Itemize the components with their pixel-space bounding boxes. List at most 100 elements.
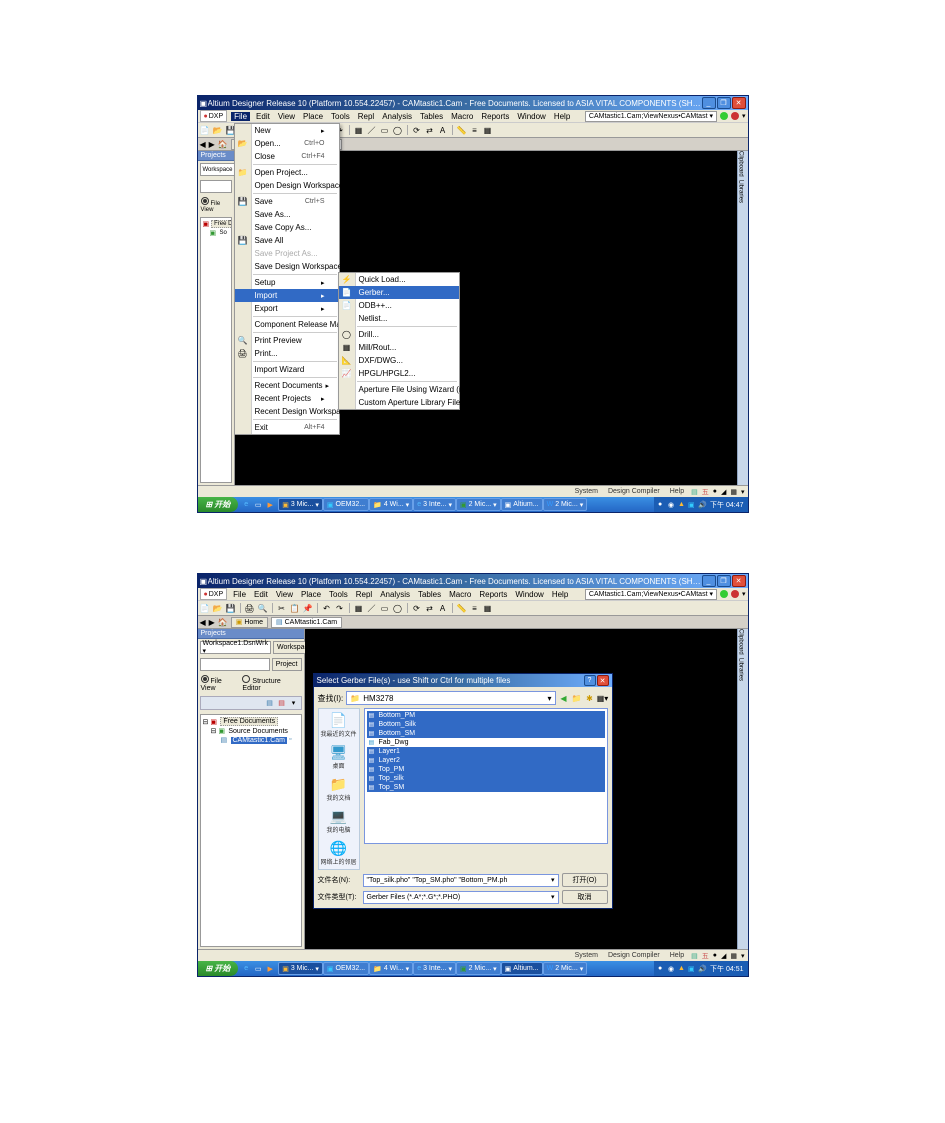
menu-item[interactable]: Import▸ [235, 289, 339, 302]
file-list-item[interactable]: ▤Top_silk [367, 774, 605, 783]
line-icon[interactable]: ／ [367, 125, 377, 135]
menu-item[interactable]: 💾Save All [235, 234, 339, 247]
menu-item[interactable]: 📄ODB++... [339, 299, 459, 312]
tray-icon[interactable]: ● [658, 965, 666, 973]
menu-item[interactable]: ◯Drill... [339, 328, 459, 341]
menu-item[interactable]: 🔍Print Preview [235, 334, 339, 347]
select-icon[interactable]: ▦ [354, 603, 364, 613]
menu-edit[interactable]: Edit [252, 590, 270, 599]
menu-item[interactable]: 🖨Print... [235, 347, 339, 360]
ql-desktop-icon[interactable]: ▭ [253, 964, 263, 974]
text-icon[interactable]: A [438, 125, 448, 135]
menu-item[interactable]: 💾SaveCtrl+S [235, 195, 339, 208]
file-list[interactable]: ▤Bottom_PM▤Bottom_Silk▤Bottom_SM▤Fab_Dwg… [364, 708, 608, 844]
view-icon[interactable]: ▦▾ [598, 693, 608, 703]
print-icon[interactable]: 🖨 [245, 603, 255, 613]
rotate-icon[interactable]: ⟳ [412, 125, 422, 135]
dialog-help-button[interactable]: ? [584, 675, 596, 686]
file-list-item[interactable]: ▤Bottom_SM [367, 729, 605, 738]
search-field[interactable]: CAMtastic1.Cam;ViewNexus•CAMtast ▾ [585, 111, 717, 122]
menu-item[interactable]: New▸ [235, 124, 339, 137]
circle-icon[interactable]: ◯ [393, 125, 403, 135]
redo-icon[interactable]: ↷ [335, 603, 345, 613]
status-design-compiler[interactable]: Design Compiler [605, 952, 663, 959]
close-button[interactable]: ✕ [732, 97, 746, 109]
measure-icon[interactable]: 📏 [457, 603, 467, 613]
tab-home[interactable]: ▣ Home [231, 617, 268, 628]
menu-file[interactable]: File [231, 590, 248, 599]
task-btn-4[interactable]: e3 Inte...▾ [413, 498, 456, 511]
open-icon[interactable]: 📂 [213, 603, 223, 613]
menu-item[interactable]: 📁Open Project... [235, 166, 339, 179]
dialog-close-button[interactable]: ✕ [597, 675, 609, 686]
file-view-radio[interactable] [201, 675, 209, 683]
menu-view[interactable]: View [274, 590, 295, 599]
newfolder-icon[interactable]: ✱ [585, 693, 595, 703]
status-system[interactable]: System [572, 488, 601, 495]
menu-repl[interactable]: Repl [356, 112, 376, 121]
tray-icon[interactable]: ▲ [678, 501, 686, 509]
new-icon[interactable]: 📄 [200, 125, 210, 135]
tray-icon[interactable]: ● [658, 501, 666, 509]
tray-icon[interactable]: 🔊 [698, 501, 706, 509]
structure-editor-radio[interactable] [242, 675, 250, 683]
zoom-icon[interactable]: 🔍 [258, 603, 268, 613]
file-list-item[interactable]: ▤Fab_Dwg [367, 738, 605, 747]
maximize-button[interactable]: ❐ [717, 97, 731, 109]
ql-media-icon[interactable]: ▶ [265, 500, 275, 510]
layers-icon[interactable]: ≡ [470, 603, 480, 613]
menu-item[interactable]: Component Release Manager... [235, 318, 339, 331]
task-btn-3[interactable]: 📁4 Wi...▾ [369, 962, 413, 975]
menu-repl[interactable]: Repl [354, 590, 374, 599]
task-btn-4[interactable]: e3 Inte...▾ [413, 962, 456, 975]
tray-icon[interactable]: ◉ [668, 501, 676, 509]
place-network[interactable]: 🌐网络上的邻居 [320, 840, 356, 866]
close-button[interactable]: ✕ [732, 575, 746, 587]
dialog-title-bar[interactable]: Select Gerber File(s) - use Shift or Ctr… [314, 674, 612, 687]
tray-icon[interactable]: ◉ [668, 965, 676, 973]
tree-source-docs[interactable]: So [220, 230, 227, 236]
task-btn-3[interactable]: 📁4 Wi...▾ [369, 498, 413, 511]
dxp-menu[interactable]: ●DXP [200, 588, 228, 600]
menu-item[interactable]: 📄Gerber... [339, 286, 459, 299]
file-list-item[interactable]: ▤Top_SM [367, 783, 605, 792]
menu-analysis[interactable]: Analysis [380, 112, 414, 121]
tab-camtastic[interactable]: ▤ CAMtastic1.Cam [271, 617, 342, 628]
maximize-button[interactable]: ❐ [717, 575, 731, 587]
menu-tools[interactable]: Tools [327, 590, 350, 599]
save-icon[interactable]: 💾 [226, 603, 236, 613]
panel-ic[interactable]: ▤ [265, 699, 275, 708]
menu-item[interactable]: Recent Projects▸ [235, 392, 339, 405]
tree-source-docs[interactable]: Source Documents [228, 728, 288, 735]
menu-window[interactable]: Window [515, 112, 547, 121]
paste-icon[interactable]: 📌 [303, 603, 313, 613]
right-rail[interactable]: Clipboard Libraries [737, 151, 748, 485]
ql-ie-icon[interactable]: e [241, 964, 251, 974]
back-icon[interactable]: ◀ [559, 693, 569, 703]
menu-item[interactable]: 📐DXF/DWG... [339, 354, 459, 367]
projects-tree[interactable]: ▣Free Documents ▣So [200, 217, 232, 483]
nav-back-icon[interactable]: ◀ [200, 140, 206, 149]
place-mycomputer[interactable]: 💻我的电脑 [326, 808, 350, 834]
menu-item[interactable]: 📂Open...Ctrl+O [235, 137, 339, 150]
open-button[interactable]: 打开(O) [562, 873, 608, 887]
rect-icon[interactable]: ▭ [380, 603, 390, 613]
workspace-combo[interactable]: Workspace1.DsnWrk ▾ [200, 641, 271, 654]
status-system[interactable]: System [572, 952, 601, 959]
menu-item[interactable]: ▦Mill/Rout... [339, 341, 459, 354]
project-field[interactable] [200, 658, 270, 671]
task-btn-7[interactable]: W2 Mic...▾ [543, 962, 588, 975]
task-btn-5[interactable]: ▣2 Mic...▾ [456, 498, 501, 511]
menu-item[interactable]: Save Design Workspace As... [235, 260, 339, 273]
tree-free-documents[interactable]: Free Documents [220, 717, 278, 726]
mirror-icon[interactable]: ⇄ [425, 603, 435, 613]
task-btn-1[interactable]: ▣3 Mic...▾ [278, 498, 323, 511]
file-list-item[interactable]: ▤Bottom_PM [367, 711, 605, 720]
ql-ie-icon[interactable]: e [241, 500, 251, 510]
tree-camtastic-file[interactable]: CAMtastic1.Cam [231, 737, 288, 744]
menu-macro[interactable]: Macro [449, 112, 475, 121]
tray-icon[interactable]: ▣ [688, 965, 696, 973]
menu-tools[interactable]: Tools [329, 112, 352, 121]
dropdown-icon[interactable]: ▾ [742, 112, 746, 120]
task-btn-2[interactable]: ▣OEM32... [323, 498, 369, 511]
